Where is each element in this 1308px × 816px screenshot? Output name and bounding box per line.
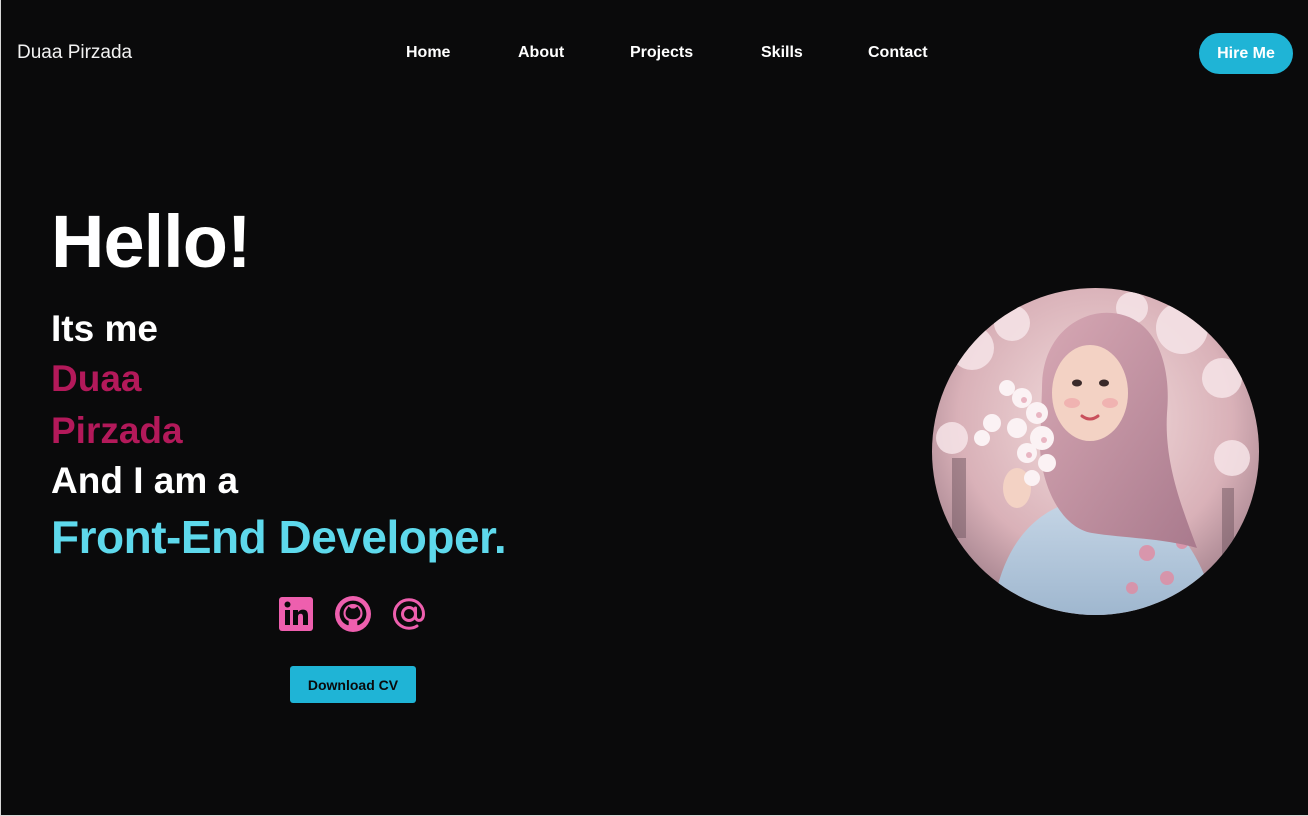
- hire-me-button[interactable]: Hire Me: [1199, 33, 1293, 74]
- hero-greeting: Hello!: [51, 200, 252, 283]
- hero-role: Front-End Developer.: [51, 511, 507, 563]
- nav-about[interactable]: About: [518, 44, 564, 62]
- brand-logo[interactable]: Duaa Pirzada: [17, 42, 132, 64]
- profile-photo: [932, 288, 1259, 615]
- nav-skills[interactable]: Skills: [761, 44, 803, 62]
- github-icon[interactable]: [333, 594, 373, 634]
- nav-home[interactable]: Home: [406, 44, 450, 62]
- nav-contact[interactable]: Contact: [868, 44, 928, 62]
- linkedin-icon[interactable]: [277, 594, 317, 634]
- at-sign-icon[interactable]: [389, 594, 429, 634]
- hero-intro: Its me: [51, 308, 158, 349]
- download-cv-button[interactable]: Download CV: [290, 666, 416, 703]
- page: Duaa Pirzada Home About Projects Skills …: [0, 0, 1308, 816]
- hero-last-name: Pirzada: [51, 410, 183, 451]
- hero-first-name: Duaa: [51, 358, 142, 399]
- nav-projects[interactable]: Projects: [630, 44, 693, 62]
- hero-lead: And I am a: [51, 460, 239, 501]
